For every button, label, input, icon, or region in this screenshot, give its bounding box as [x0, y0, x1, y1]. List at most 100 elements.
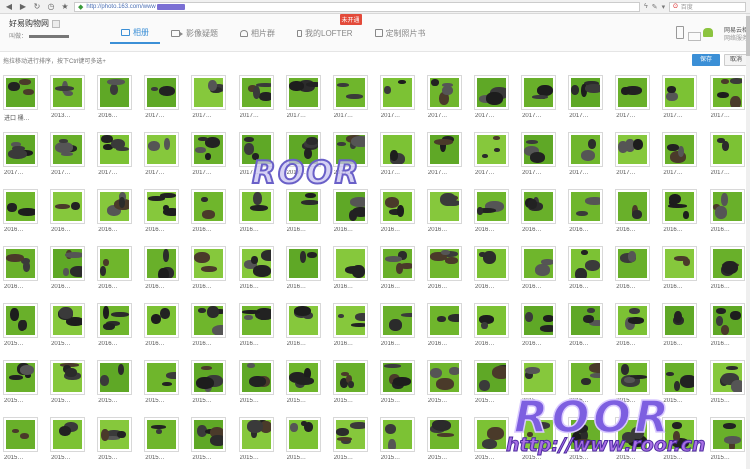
- photo-thumbnail[interactable]: [333, 247, 367, 280]
- photo-item[interactable]: 2015…: [47, 414, 94, 467]
- scrollbar-thumb[interactable]: [746, 16, 750, 56]
- photo-thumbnail[interactable]: [51, 304, 85, 337]
- photo-item[interactable]: 2016…: [565, 300, 612, 353]
- photo-thumbnail[interactable]: [427, 418, 461, 451]
- photo-item[interactable]: 2017…: [471, 72, 518, 125]
- photo-item[interactable]: 2016…: [94, 186, 141, 239]
- photo-item[interactable]: 2017…: [141, 129, 188, 182]
- photo-item[interactable]: 2015…: [330, 414, 377, 467]
- photo-thumbnail[interactable]: [710, 304, 744, 337]
- photo-thumbnail[interactable]: [192, 304, 226, 337]
- photo-item[interactable]: 2017…: [188, 72, 235, 125]
- photo-thumbnail[interactable]: [333, 304, 367, 337]
- photo-thumbnail[interactable]: [427, 304, 461, 337]
- photo-item[interactable]: 2016…: [612, 243, 659, 296]
- photo-thumbnail[interactable]: [4, 247, 37, 280]
- photo-thumbnail[interactable]: [427, 247, 461, 280]
- photo-thumbnail[interactable]: [192, 76, 226, 109]
- photo-item[interactable]: 2017…: [424, 129, 471, 182]
- photo-item[interactable]: 2016…: [283, 300, 330, 353]
- photo-item[interactable]: 2016…: [0, 243, 47, 296]
- photo-thumbnail[interactable]: [380, 418, 414, 451]
- photo-thumbnail[interactable]: [192, 361, 226, 394]
- photo-item[interactable]: 2017…: [659, 72, 706, 125]
- photo-thumbnail[interactable]: [333, 190, 367, 223]
- photo-item[interactable]: 2017…: [236, 72, 283, 125]
- photo-thumbnail[interactable]: [569, 76, 603, 109]
- photo-item[interactable]: 2017…: [330, 72, 377, 125]
- photo-thumbnail[interactable]: [710, 133, 744, 166]
- photo-item[interactable]: 2013…: [47, 72, 94, 125]
- photo-thumbnail[interactable]: [145, 304, 179, 337]
- photo-item[interactable]: 2016…: [518, 186, 565, 239]
- photo-thumbnail[interactable]: [380, 304, 414, 337]
- photo-item[interactable]: 2015…: [424, 357, 471, 410]
- photo-item[interactable]: 2016…: [659, 300, 706, 353]
- photo-item[interactable]: 2016…: [188, 300, 235, 353]
- photo-thumbnail[interactable]: [286, 304, 320, 337]
- photo-thumbnail[interactable]: [522, 133, 556, 166]
- photo-item[interactable]: 2016…: [377, 300, 424, 353]
- photo-thumbnail[interactable]: [569, 247, 603, 280]
- tab-photobook[interactable]: 定制照片书: [364, 22, 437, 44]
- photo-thumbnail[interactable]: [145, 190, 179, 223]
- photo-thumbnail[interactable]: [98, 304, 132, 337]
- photo-thumbnail[interactable]: [380, 190, 414, 223]
- photo-item[interactable]: 2017…: [707, 129, 750, 182]
- photo-item[interactable]: 2017…: [141, 72, 188, 125]
- photo-item[interactable]: 2016…: [377, 186, 424, 239]
- photo-thumbnail[interactable]: [286, 76, 320, 109]
- photo-item[interactable]: 2015…: [0, 357, 47, 410]
- photo-item[interactable]: 2017…: [47, 129, 94, 182]
- photo-thumbnail[interactable]: [616, 361, 650, 394]
- photo-item[interactable]: 2017…: [612, 72, 659, 125]
- photo-item[interactable]: 2016…: [424, 243, 471, 296]
- photo-item[interactable]: 2016…: [141, 186, 188, 239]
- photo-thumbnail[interactable]: [475, 133, 508, 166]
- photo-item[interactable]: 2015…: [94, 357, 141, 410]
- photo-thumbnail[interactable]: [98, 133, 132, 166]
- reload-icon[interactable]: ↻: [32, 2, 42, 12]
- photo-item[interactable]: 2015…: [188, 357, 235, 410]
- photo-thumbnail[interactable]: [710, 76, 744, 109]
- photo-item[interactable]: 2016…: [141, 243, 188, 296]
- photo-thumbnail[interactable]: [192, 133, 226, 166]
- photo-thumbnail[interactable]: [4, 76, 37, 109]
- back-icon[interactable]: ◀: [4, 2, 14, 12]
- photo-thumbnail[interactable]: [522, 76, 556, 109]
- photo-thumbnail[interactable]: [98, 418, 132, 451]
- photo-item[interactable]: 2016…: [94, 72, 141, 125]
- photo-thumbnail[interactable]: [4, 418, 37, 451]
- scrollbar[interactable]: [746, 14, 750, 469]
- photo-thumbnail[interactable]: [192, 190, 226, 223]
- photo-item[interactable]: 2016…: [283, 186, 330, 239]
- photo-thumbnail[interactable]: [51, 190, 85, 223]
- photo-item[interactable]: 2017…: [518, 129, 565, 182]
- photo-item[interactable]: 2016…: [565, 243, 612, 296]
- photo-item[interactable]: 2015…: [94, 414, 141, 467]
- photo-item[interactable]: 2016…: [424, 186, 471, 239]
- photo-thumbnail[interactable]: [710, 190, 744, 223]
- photo-item[interactable]: 2015…: [283, 414, 330, 467]
- photo-thumbnail[interactable]: [475, 304, 508, 337]
- photo-item[interactable]: 2015…: [377, 414, 424, 467]
- photo-item[interactable]: 2016…: [565, 186, 612, 239]
- photo-thumbnail[interactable]: [286, 418, 320, 451]
- photo-thumbnail[interactable]: [427, 361, 461, 394]
- photo-thumbnail[interactable]: [4, 361, 37, 394]
- photo-item[interactable]: 2015…: [188, 414, 235, 467]
- photo-thumbnail[interactable]: [286, 247, 320, 280]
- photo-thumbnail[interactable]: [569, 133, 603, 166]
- photo-thumbnail[interactable]: [98, 76, 132, 109]
- photo-thumbnail[interactable]: [663, 247, 697, 280]
- photo-thumbnail[interactable]: [616, 304, 650, 337]
- photo-item[interactable]: 2017…: [377, 72, 424, 125]
- photo-item[interactable]: 2016…: [236, 186, 283, 239]
- photo-thumbnail[interactable]: [475, 361, 508, 394]
- photo-item[interactable]: 2015…: [236, 414, 283, 467]
- photo-item[interactable]: 2015…: [471, 357, 518, 410]
- photo-item[interactable]: 2015…: [236, 357, 283, 410]
- photo-item[interactable]: 2016…: [707, 186, 750, 239]
- photo-thumbnail[interactable]: [710, 247, 744, 280]
- photo-item[interactable]: 2017…: [707, 72, 750, 125]
